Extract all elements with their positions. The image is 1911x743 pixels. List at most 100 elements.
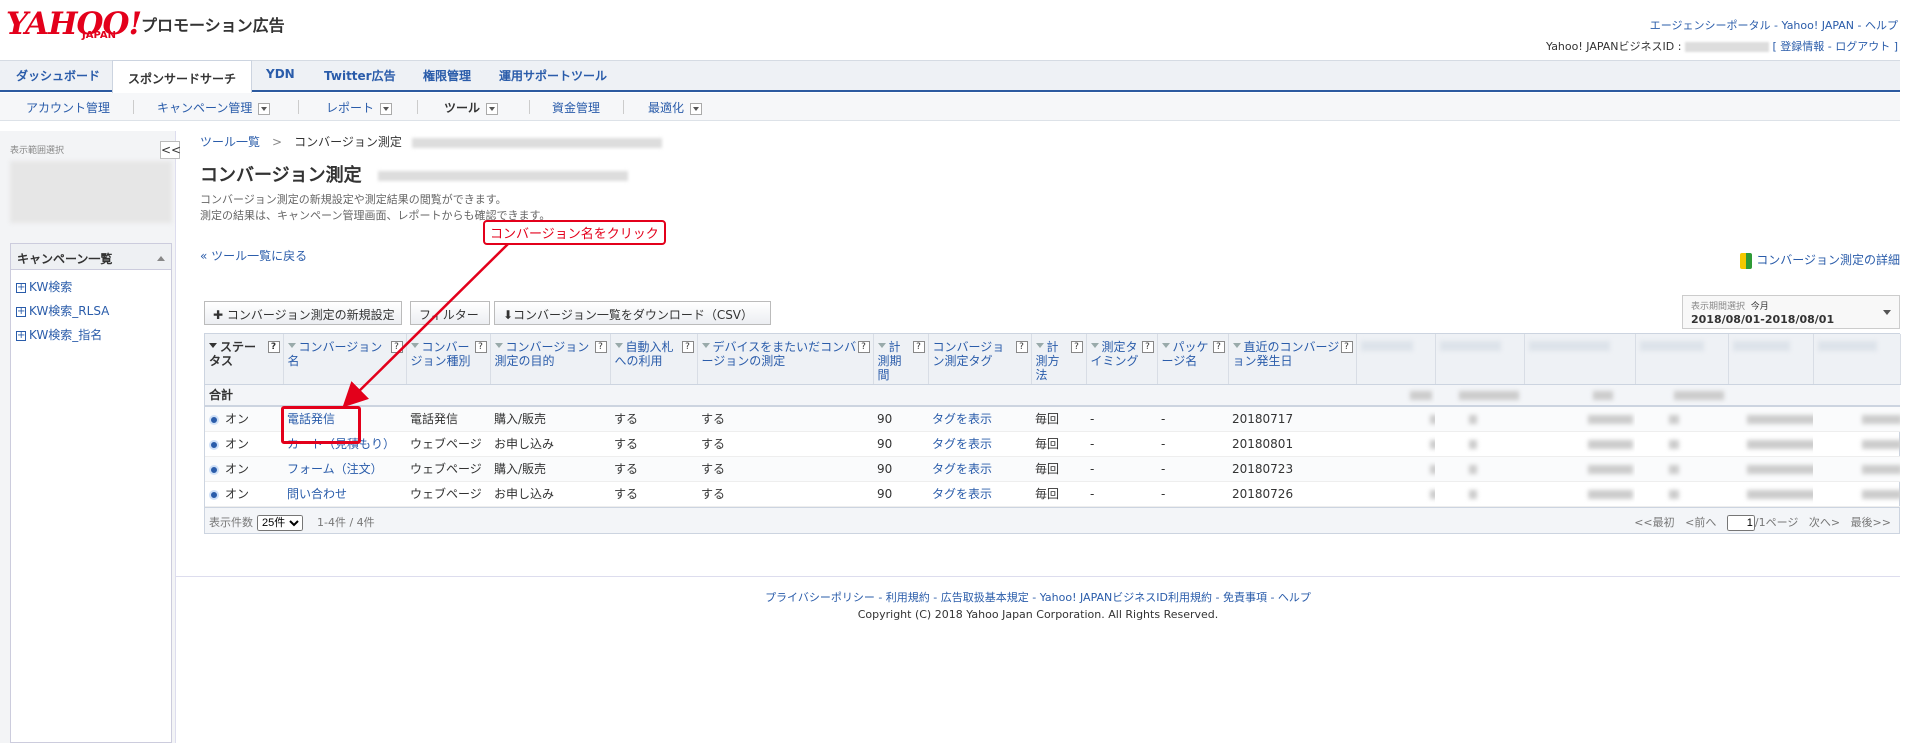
sort-icon	[209, 343, 217, 352]
tab-support-tools[interactable]: 運用サポートツール	[499, 67, 607, 84]
yahoo-logo[interactable]: YAHOO!	[6, 6, 142, 42]
col-type[interactable]: コンバージョン種別?	[406, 334, 491, 385]
help-icon[interactable]: ?	[594, 341, 607, 353]
chevron-down-icon[interactable]	[380, 102, 393, 115]
subnav-divider	[623, 100, 624, 114]
col-redacted[interactable]	[1524, 334, 1636, 385]
col-package[interactable]: パッケージ名?	[1157, 334, 1229, 385]
chevron-down-icon[interactable]	[486, 102, 499, 115]
conversion-name-link[interactable]: フォーム（注文）	[287, 462, 383, 476]
tab-permissions[interactable]: 権限管理	[423, 67, 471, 84]
tab-twitter[interactable]: Twitter広告	[324, 67, 396, 84]
package-cell: -	[1157, 431, 1228, 457]
col-auto-bid[interactable]: 自動入札への利用?	[610, 334, 698, 385]
subnav-optimize-label: 最適化	[648, 101, 685, 115]
filter-button[interactable]: フィルター	[410, 301, 490, 325]
show-tag-link[interactable]: タグを表示	[932, 487, 992, 501]
col-redacted[interactable]	[1356, 334, 1436, 385]
detail-link[interactable]: コンバージョン測定の詳細	[1740, 251, 1900, 269]
tab-sponsored-search[interactable]: スポンサードサーチ	[112, 60, 253, 93]
show-tag-link[interactable]: タグを表示	[932, 437, 992, 451]
help-icon[interactable]: ?	[912, 341, 925, 353]
col-cross-device[interactable]: デバイスをまたいだコンバージョンの測定?	[697, 334, 874, 385]
subnav-tools[interactable]: ツール	[444, 99, 499, 116]
expand-icon[interactable]: +	[16, 306, 26, 317]
first-page-link[interactable]: <<最初	[1634, 516, 1674, 529]
next-page-link[interactable]: 次へ>	[1809, 516, 1840, 529]
col-purpose[interactable]: コンバージョン測定の目的?	[490, 334, 611, 385]
subnav-divider	[133, 100, 134, 114]
type-cell: ウェブページ	[410, 437, 482, 451]
last-page-link[interactable]: 最後>>	[1851, 516, 1891, 529]
account-links[interactable]: [ 登録情報 - ログアウト ]	[1772, 40, 1898, 53]
tab-dashboard[interactable]: ダッシュボード	[16, 67, 100, 84]
breadcrumb-root[interactable]: ツール一覧	[200, 135, 260, 149]
method-cell: 毎回	[1031, 431, 1086, 457]
expand-icon[interactable]: +	[16, 330, 26, 341]
col-redacted[interactable]	[1813, 334, 1901, 385]
col-name[interactable]: コンバージョン名?	[283, 334, 407, 385]
campaign-item-label[interactable]: KW検索_RLSA	[29, 304, 109, 318]
col-redacted[interactable]	[1435, 334, 1525, 385]
collapse-sidebar-button[interactable]: <<	[160, 141, 181, 159]
col-last-date[interactable]: 直近のコンバージョン発生日?	[1228, 334, 1357, 385]
type-cell: ウェブページ	[406, 431, 490, 457]
campaign-item[interactable]: + KW検索_RLSA	[16, 302, 109, 319]
chevron-down-icon[interactable]	[690, 102, 703, 115]
chevron-down-icon[interactable]	[258, 102, 271, 115]
subnav-report[interactable]: レポート	[326, 99, 393, 116]
help-icon[interactable]: ?	[474, 341, 487, 353]
help-icon[interactable]: ?	[1070, 341, 1083, 353]
col-method[interactable]: 計測方法?	[1031, 334, 1087, 385]
col-redacted[interactable]	[1635, 334, 1729, 385]
campaign-item[interactable]: + KW検索	[16, 278, 72, 295]
chevron-up-icon[interactable]	[157, 252, 165, 261]
show-tag-link[interactable]: タグを表示	[932, 462, 992, 476]
download-csv-button[interactable]: ⬇コンバージョン一覧をダウンロード（CSV）	[494, 301, 771, 325]
campaign-item-label[interactable]: KW検索	[29, 280, 72, 294]
status-radio-icon[interactable]	[209, 489, 219, 500]
status-radio-icon[interactable]	[209, 439, 219, 450]
subnav-campaign[interactable]: キャンペーン管理	[157, 99, 271, 116]
col-status[interactable]: ステータス?	[205, 334, 284, 385]
new-conversion-button[interactable]: ✚ コンバージョン測定の新規設定	[204, 301, 402, 325]
header-links[interactable]: エージェンシーポータル - Yahoo! JAPAN - ヘルプ	[1650, 17, 1898, 33]
status-radio-icon[interactable]	[209, 414, 219, 425]
col-redacted[interactable]	[1728, 334, 1814, 385]
col-tag[interactable]: コンバージョン測定タグ?	[928, 334, 1032, 385]
tab-ydn[interactable]: YDN	[266, 67, 295, 81]
show-tag-link[interactable]: タグを表示	[932, 412, 992, 426]
subnav-funds[interactable]: 資金管理	[552, 99, 600, 116]
detail-link-label[interactable]: コンバージョン測定の詳細	[1756, 253, 1900, 267]
prev-page-link[interactable]: <前へ	[1685, 516, 1716, 529]
footer-links[interactable]: プライバシーポリシー - 利用規約 - 広告取扱基本規定 - Yahoo! JA…	[176, 589, 1900, 605]
account-selector-redacted[interactable]	[10, 161, 172, 223]
help-icon[interactable]: ?	[857, 341, 870, 353]
per-page-select[interactable]: 25件	[257, 514, 303, 531]
chevron-down-icon[interactable]	[1883, 310, 1891, 319]
help-icon[interactable]: ?	[1340, 341, 1353, 353]
campaign-item[interactable]: + KW検索_指名	[16, 326, 102, 343]
subnav-account[interactable]: アカウント管理	[26, 99, 110, 116]
col-timing[interactable]: 測定タイミング?	[1086, 334, 1158, 385]
period-selector[interactable]: 表示期間選択 今月 2018/08/01-2018/08/01	[1682, 295, 1900, 329]
redacted-cell	[1813, 481, 1900, 507]
expand-icon[interactable]: +	[16, 282, 26, 293]
redacted-cell	[1435, 406, 1524, 432]
help-icon[interactable]: ?	[1141, 341, 1154, 353]
conversion-name-link[interactable]: 問い合わせ	[287, 487, 347, 501]
help-icon[interactable]: ?	[390, 341, 403, 353]
campaign-item-label[interactable]: KW検索_指名	[29, 328, 102, 342]
back-to-tools-link[interactable]: « ツール一覧に戻る	[200, 247, 307, 264]
help-icon[interactable]: ?	[267, 341, 280, 353]
page-number-input[interactable]	[1726, 514, 1755, 531]
status-radio-icon[interactable]	[209, 464, 219, 475]
redacted-cell	[1524, 456, 1635, 482]
col-period[interactable]: 計測期間?	[873, 334, 929, 385]
help-icon[interactable]: ?	[1212, 341, 1225, 353]
subnav-divider	[417, 100, 418, 114]
subnav-optimize[interactable]: 最適化	[648, 99, 703, 116]
help-icon[interactable]: ?	[1015, 341, 1028, 353]
help-icon[interactable]: ?	[681, 341, 694, 353]
period-cell: 90	[877, 461, 893, 476]
